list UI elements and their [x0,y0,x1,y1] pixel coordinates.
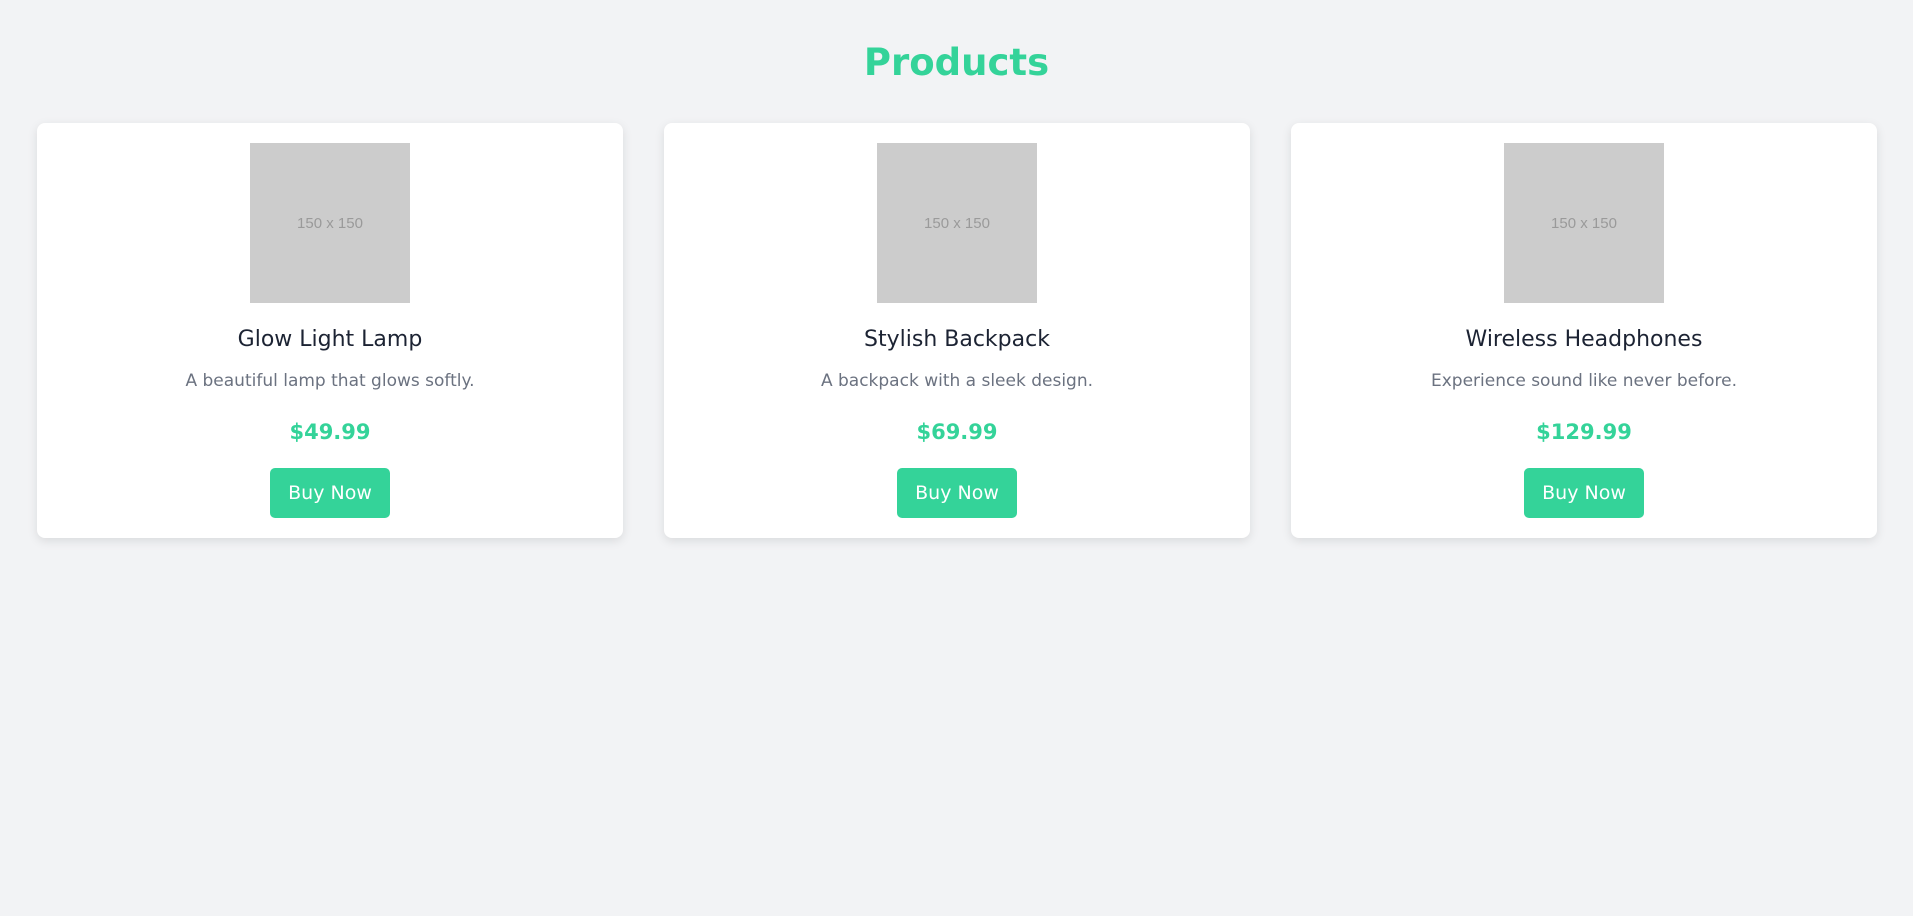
product-card: 150 x 150 Glow Light Lamp A beautiful la… [37,123,623,538]
product-image-placeholder: 150 x 150 [1504,143,1664,303]
buy-now-button[interactable]: Buy Now [897,468,1017,518]
image-size-label: 150 x 150 [1551,214,1617,232]
buy-now-button[interactable]: Buy Now [270,468,390,518]
product-image-placeholder: 150 x 150 [877,143,1037,303]
product-card: 150 x 150 Wireless Headphones Experience… [1291,123,1877,538]
product-card: 150 x 150 Stylish Backpack A backpack wi… [664,123,1250,538]
product-name: Stylish Backpack [864,327,1050,352]
product-description: Experience sound like never before. [1430,371,1738,391]
page-title: Products [863,41,1050,84]
product-description: A backpack with a sleek design. [820,371,1094,391]
product-name: Wireless Headphones [1465,327,1703,352]
product-price: $69.99 [916,420,998,444]
product-grid: 150 x 150 Glow Light Lamp A beautiful la… [37,123,1877,538]
buy-now-button[interactable]: Buy Now [1524,468,1644,518]
image-size-label: 150 x 150 [297,214,363,232]
product-price: $49.99 [289,420,371,444]
product-image-placeholder: 150 x 150 [250,143,410,303]
product-description: A beautiful lamp that glows softly. [185,371,475,391]
product-price: $129.99 [1536,420,1632,444]
product-name: Glow Light Lamp [237,327,423,352]
image-size-label: 150 x 150 [924,214,990,232]
